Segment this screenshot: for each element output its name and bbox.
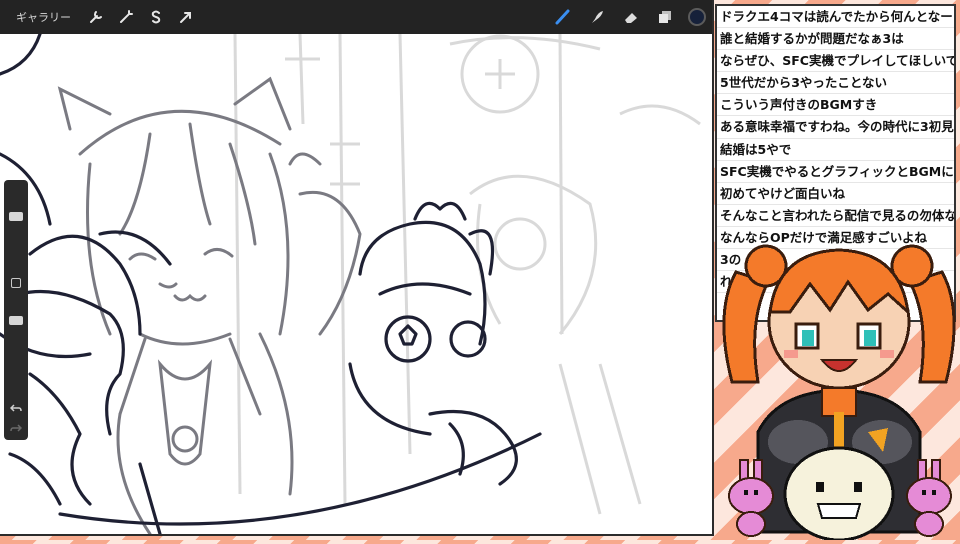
chat-message: そんなこと言われたら配信で見るの勿体ない (717, 205, 954, 227)
girl-sketch-layer (57, 76, 362, 534)
undo-button[interactable] (10, 402, 22, 414)
side-toolbar (4, 180, 28, 440)
chat-message: こういう声付きのBGMすき (717, 94, 954, 117)
chat-message: 5世代だから3やったことない (717, 72, 954, 95)
eraser-icon[interactable] (620, 6, 642, 28)
gallery-button[interactable]: ギャラリー (16, 9, 71, 25)
chat-message: 結婚は5やで (717, 139, 954, 161)
magic-wand-icon[interactable] (115, 6, 137, 28)
chat-message: 誰と結婚するかが問題だなぁ3は (717, 28, 954, 51)
brush-icon[interactable] (552, 6, 574, 28)
layers-icon[interactable] (654, 6, 676, 28)
chat-message: ならぜひ、SFC実機でプレイしてほしいです (717, 50, 954, 73)
redo-button[interactable] (10, 422, 22, 434)
pixel-avatar-image (722, 244, 956, 542)
transform-arrow-icon[interactable] (175, 6, 197, 28)
current-color-swatch[interactable] (688, 8, 706, 26)
smudge-icon[interactable] (586, 6, 608, 28)
wrench-icon[interactable] (85, 6, 107, 28)
background-sketch-layer (233, 33, 701, 515)
drawing-canvas[interactable] (0, 32, 712, 534)
drawing-app-window: ギャラリー (0, 0, 714, 536)
chat-message: 初めてやけど面白いね (717, 183, 954, 205)
brush-size-slider[interactable] (9, 212, 23, 221)
tool-group (552, 0, 706, 34)
chat-message: ドラクエ4コマは読んでたから何んとなーく (717, 6, 954, 29)
chat-message: SFC実機でやるとグラフィックとBGMに (717, 161, 954, 183)
top-toolbar: ギャラリー (0, 0, 712, 34)
foreground-sketch-layer (0, 32, 542, 534)
selection-icon[interactable] (145, 6, 167, 28)
chat-message: ある意味幸福ですわね。今の時代に3初見 (717, 116, 954, 139)
pixel-avatar (718, 232, 960, 542)
modify-button[interactable] (11, 278, 21, 288)
sketch-artwork (0, 32, 701, 534)
opacity-slider[interactable] (9, 316, 23, 325)
